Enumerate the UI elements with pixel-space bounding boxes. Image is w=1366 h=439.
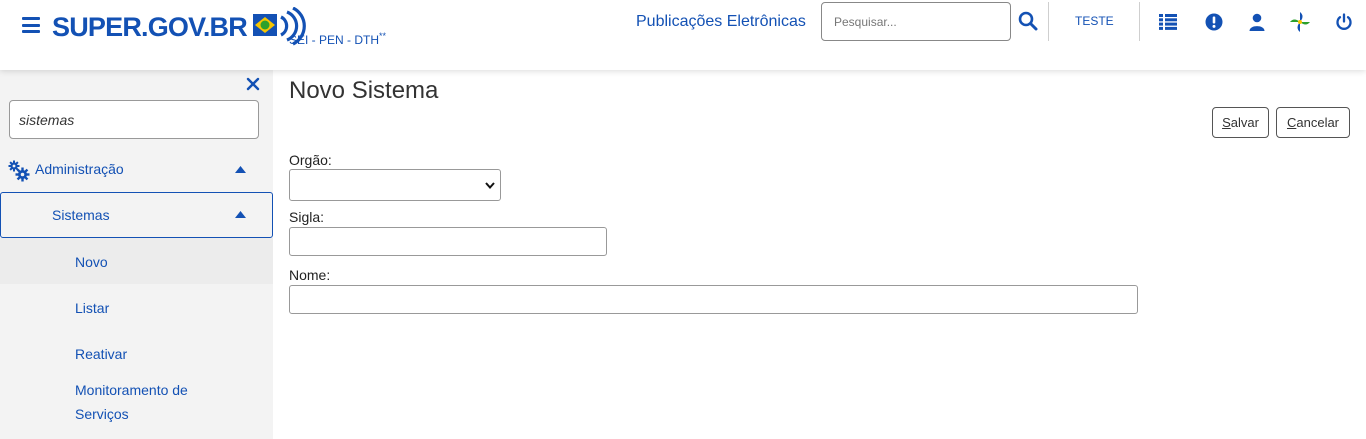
search-icon[interactable] (1017, 10, 1039, 32)
save-button[interactable]: Salvar (1212, 107, 1269, 138)
sidebar-item-label: Sistemas (52, 207, 110, 223)
nome-input[interactable] (289, 285, 1138, 314)
logo[interactable]: SUPER.GOV.BR (52, 7, 306, 46)
caret-up-icon (235, 211, 246, 218)
alert-icon[interactable] (1203, 11, 1225, 33)
menu-icon[interactable] (22, 17, 40, 33)
sidebar-subitem-listar[interactable]: Listar (75, 296, 109, 320)
user-icon[interactable] (1246, 11, 1268, 33)
sidebar-subitem-novo[interactable]: Novo (75, 250, 108, 274)
caret-up-icon (235, 166, 246, 173)
sidebar-subitem-monitoramento[interactable]: Monitoramento de (75, 378, 188, 402)
menu-search-input[interactable] (9, 100, 259, 139)
user-label[interactable]: TESTE (1075, 14, 1114, 28)
sidebar-item-administracao[interactable]: Administração (0, 152, 273, 188)
sigla-label: Sigla: (289, 209, 325, 225)
cancel-button[interactable]: Cancelar (1276, 107, 1350, 138)
sidebar-subitem-servicos[interactable]: Serviços (75, 402, 129, 426)
page-title: Novo Sistema (289, 77, 439, 104)
sidebar-item-label: Administração (35, 161, 124, 177)
grid-list-icon[interactable] (1157, 11, 1179, 33)
sidebar-subitem-reativar[interactable]: Reativar (75, 342, 127, 366)
power-icon[interactable] (1333, 11, 1355, 33)
header-search-input[interactable] (821, 2, 1011, 41)
system-subtitle: SEI - PEN - DTH** (289, 31, 387, 47)
orgao-select[interactable] (289, 169, 501, 201)
close-icon[interactable] (246, 77, 260, 91)
nome-label: Nome: (289, 267, 331, 283)
sidebar-item-sistemas[interactable]: Sistemas (0, 192, 273, 238)
publicacoes-link[interactable]: Publicações Eletrônicas (636, 13, 806, 31)
header-divider (1139, 2, 1140, 41)
sidebar-item-novo-bg (0, 238, 273, 284)
gears-icon (8, 160, 30, 182)
pinwheel-icon[interactable] (1289, 11, 1311, 33)
orgao-label: Orgão: (289, 152, 332, 168)
logo-text: SUPER.GOV.BR (52, 11, 248, 42)
chevron-down-icon (485, 182, 495, 189)
header-divider (1048, 2, 1049, 41)
sigla-input[interactable] (289, 227, 607, 256)
top-header: SUPER.GOV.BR SEI - PEN - DTH** Publicaçõ… (0, 0, 1366, 70)
sidebar: Administração Sistemas Novo Listar Reati… (0, 70, 273, 439)
